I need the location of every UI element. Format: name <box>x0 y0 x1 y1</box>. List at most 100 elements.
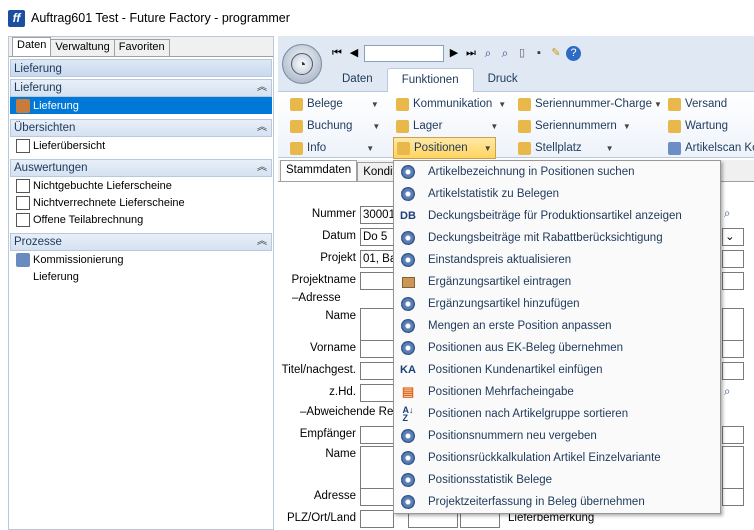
menu-item[interactable]: Positionen aus EK-Beleg übernehmen <box>394 337 720 359</box>
menu-item-label: Deckungsbeiträge mit Rabattberücksichtig… <box>428 232 663 244</box>
collapse-icon[interactable]: ︽ <box>257 234 267 250</box>
menu-item[interactable]: Artikelbezeichnung in Positionen suchen <box>394 161 720 183</box>
stellplatz-button[interactable]: Stellplatz ▼ <box>518 138 614 158</box>
gear-icon <box>400 296 416 312</box>
nav-item-lieferung[interactable]: Lieferung <box>10 97 272 114</box>
menu-item[interactable]: Positionsrückkalkulation Artikel Einzelv… <box>394 447 720 469</box>
nummer-field[interactable]: 30001 <box>360 206 394 224</box>
titel-field[interactable] <box>360 362 394 380</box>
application-button[interactable]: ◔ <box>282 44 322 84</box>
dropdown-arrow-icon: ▼ <box>372 121 381 131</box>
belege-button[interactable]: Belege ▼ <box>290 94 379 114</box>
nav-item-lieferung-prozess[interactable]: Lieferung <box>10 268 272 285</box>
tab-favoriten[interactable]: Favoriten <box>113 39 170 56</box>
search-zhd-icon[interactable]: ⌕ <box>722 384 744 402</box>
ribbon-tab-daten[interactable]: Daten <box>328 68 387 92</box>
save-icon[interactable]: ▪ <box>532 45 546 61</box>
projekt-field[interactable]: 01, Ba <box>360 250 394 268</box>
positionen-button[interactable]: Positionen ▼ <box>393 137 496 159</box>
group-header[interactable]: Auswertungen ︽ <box>10 159 272 177</box>
search-icon[interactable]: ⌕ <box>481 45 495 61</box>
nav-item-kommissionierung[interactable]: Kommissionierung <box>10 251 272 268</box>
seriennummer-charge-button[interactable]: Seriennummer-Charge ▼ <box>518 94 662 114</box>
collapse-icon[interactable]: ︽ <box>257 160 267 176</box>
dropdown-arrow-icon: ▼ <box>605 143 614 153</box>
datum-dropdown[interactable]: ⌄ <box>722 228 744 246</box>
prev-record-icon[interactable]: ◀ <box>347 45 361 61</box>
buchung-button[interactable]: Buchung ▼ <box>290 116 380 136</box>
group-uebersichten: Übersichten ︽ Lieferübersicht <box>10 119 272 154</box>
collapse-icon[interactable]: ︽ <box>257 80 267 96</box>
label-titel: Titel/nachgest. <box>281 364 356 376</box>
folder-icon <box>668 119 681 133</box>
adresse2-field[interactable] <box>360 488 394 506</box>
ribbon-tab-druck[interactable]: Druck <box>474 68 532 92</box>
name-aux-field[interactable] <box>722 308 744 342</box>
menu-item[interactable]: KA Positionen Kundenartikel einfügen <box>394 359 720 381</box>
nav-item-offene-teilabrechnung[interactable]: Offene Teilabrechnung <box>10 211 272 228</box>
menu-item[interactable]: Artikelstatistik zu Belegen <box>394 183 720 205</box>
folder-icon <box>518 119 531 133</box>
tab-stammdaten[interactable]: Stammdaten <box>280 160 358 181</box>
menu-item[interactable]: Positionsnummern neu vergeben <box>394 425 720 447</box>
menu-item[interactable]: Einstandspreis aktualisieren <box>394 249 720 271</box>
empfaenger-field[interactable] <box>360 426 394 444</box>
item-label: Lieferung <box>33 270 79 283</box>
menu-item[interactable]: DB Deckungsbeiträge für Produktionsartike… <box>394 205 720 227</box>
versand-button[interactable]: Versand <box>668 94 727 114</box>
first-record-icon[interactable]: ⏮ <box>330 45 344 61</box>
help-icon[interactable]: ? <box>566 45 581 61</box>
plz-field[interactable] <box>360 510 394 528</box>
left-tabs: Daten Verwaltung Favoriten <box>9 37 273 57</box>
menu-item[interactable]: Ergänzungsartikel hinzufügen <box>394 293 720 315</box>
next-record-icon[interactable]: ▶ <box>447 45 461 61</box>
vorname-aux-field[interactable] <box>722 340 744 358</box>
quick-access-toolbar: ⏮ ◀ ▶ ⏭ ⌕ ⌕ ▯ ▪ ✎ ? <box>330 42 581 64</box>
projektname-field[interactable] <box>360 272 394 290</box>
group-header[interactable]: Lieferung ︽ <box>10 79 272 97</box>
section-abweichende: –Abweichende Rec <box>300 406 400 418</box>
search-advanced-icon[interactable]: ⌕ <box>498 45 512 61</box>
tab-verwaltung[interactable]: Verwaltung <box>50 39 115 56</box>
artikelscan-button[interactable]: Artikelscan Ko <box>668 138 754 158</box>
edit-icon[interactable]: ✎ <box>549 45 563 61</box>
menu-item[interactable]: Ergänzungsartikel eintragen <box>394 271 720 293</box>
menu-item[interactable]: Mengen an erste Position anpassen <box>394 315 720 337</box>
projekt-aux-field[interactable] <box>722 250 744 268</box>
zhd-field[interactable] <box>360 384 394 402</box>
group-header[interactable]: Prozesse ︽ <box>10 233 272 251</box>
dropdown-arrow-icon: ▼ <box>490 121 499 131</box>
group-header[interactable]: Übersichten ︽ <box>10 119 272 137</box>
empfaenger-aux-field[interactable] <box>722 426 744 444</box>
new-document-icon[interactable]: ▯ <box>515 45 529 61</box>
datum-field[interactable]: Do 5 <box>360 228 394 246</box>
menu-item[interactable]: ▤ Positionen Mehrfacheingabe <box>394 381 720 403</box>
adresse2-aux-field[interactable] <box>722 488 744 506</box>
ribbon-tab-funktionen[interactable]: Funktionen <box>386 68 474 92</box>
projektname-aux-field[interactable] <box>722 272 744 290</box>
tab-daten[interactable]: Daten <box>12 37 52 56</box>
menu-item[interactable]: Positionsstatistik Belege <box>394 469 720 491</box>
name-field[interactable] <box>360 308 394 342</box>
name2-aux-field[interactable] <box>722 446 744 490</box>
lager-button[interactable]: Lager ▼ <box>396 116 498 136</box>
nav-item-lieferuebersicht[interactable]: Lieferübersicht <box>10 137 272 154</box>
titel-aux-field[interactable] <box>722 362 744 380</box>
kommunikation-button[interactable]: Kommunikation ▼ <box>396 94 506 114</box>
gear-icon <box>400 472 416 488</box>
menu-item[interactable]: Projektzeiterfassung in Beleg übernehmen <box>394 491 720 513</box>
nav-item-nichtgebuchte[interactable]: Nichtgebuchte Lieferscheine <box>10 177 272 194</box>
collapse-icon[interactable]: ︽ <box>257 120 267 136</box>
menu-item[interactable]: A↓ Z Positionen nach Artikelgruppe sortier… <box>394 403 720 425</box>
name2-field[interactable] <box>360 446 394 490</box>
menu-item[interactable]: Deckungsbeiträge mit Rabattberücksichtig… <box>394 227 720 249</box>
search-nummer-icon[interactable]: ⌕ <box>722 206 744 224</box>
last-record-icon[interactable]: ⏭ <box>464 45 478 61</box>
vorname-field[interactable] <box>360 340 394 358</box>
info-button[interactable]: Info ▼ <box>290 138 374 158</box>
gear-icon <box>400 494 416 510</box>
nav-item-nichtverrechnete[interactable]: Nichtverrechnete Lieferscheine <box>10 194 272 211</box>
seriennummern-button[interactable]: Seriennummern ▼ <box>518 116 631 136</box>
wartung-button[interactable]: Wartung <box>668 116 728 136</box>
record-input[interactable] <box>364 44 444 62</box>
